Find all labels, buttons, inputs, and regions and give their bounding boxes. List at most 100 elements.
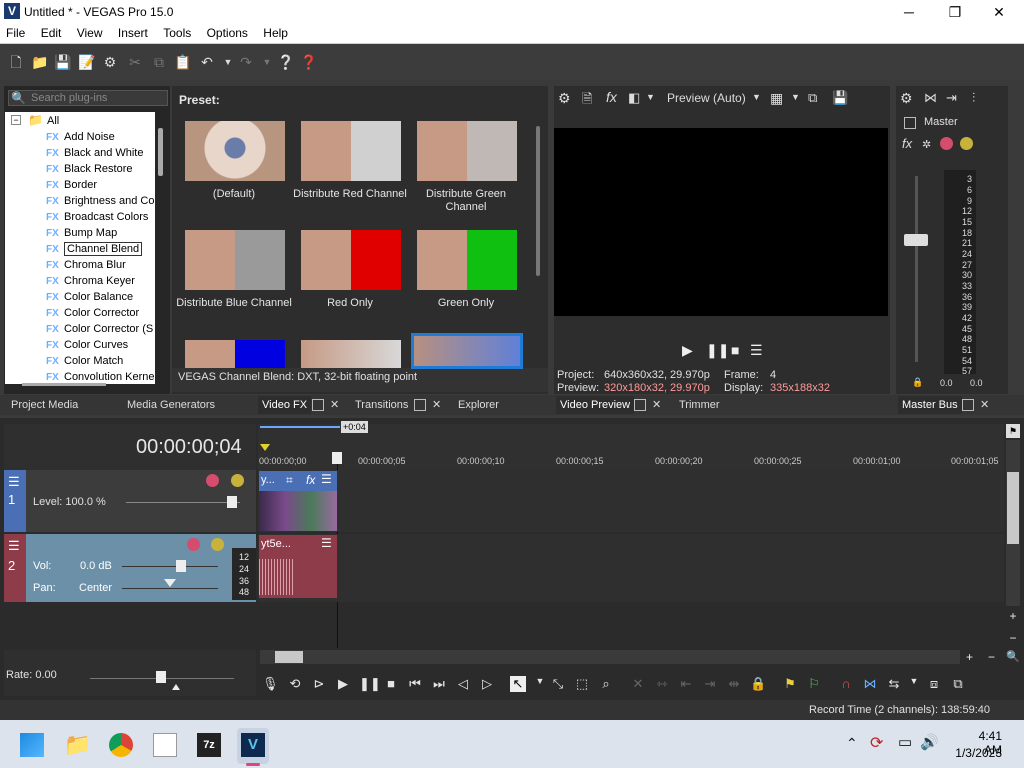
edit-tool-dropdown-icon[interactable]: ▼: [532, 676, 548, 686]
split-screen-icon[interactable]: ◧: [628, 90, 640, 106]
vegas-app-icon[interactable]: V: [241, 733, 265, 757]
undo-dropdown-icon[interactable]: ▼: [220, 54, 236, 70]
plugin-item[interactable]: FX Broadcast Colors: [46, 209, 148, 225]
plugin-item[interactable]: FX Color Corrector (S: [46, 321, 153, 337]
tab-video-fx-close-icon[interactable]: ✕: [330, 398, 339, 411]
plugin-item[interactable]: FX Chroma Blur: [46, 257, 126, 273]
selection-tool-icon[interactable]: ⬚: [574, 676, 590, 692]
track-1-level-handle[interactable]: [227, 496, 237, 508]
preset-thumb-distribute-red[interactable]: [301, 121, 401, 181]
tab-explorer[interactable]: Explorer: [458, 396, 499, 414]
properties-gear-icon[interactable]: ⚙: [102, 54, 118, 70]
tab-video-preview-close-icon[interactable]: ✕: [652, 398, 661, 411]
project-properties-icon[interactable]: 🗎: [582, 90, 592, 112]
tab-trimmer[interactable]: Trimmer: [679, 396, 720, 414]
tree-scrollbar-thumb[interactable]: [158, 128, 163, 176]
track-2-mute-icon[interactable]: [187, 538, 200, 551]
rate-slider-handle[interactable]: [156, 671, 166, 683]
timeline-vscroll-thumb[interactable]: [1007, 472, 1019, 544]
plugin-search-box[interactable]: 🔍 Search plug-ins: [8, 90, 168, 106]
track-2-vol-slider[interactable]: [122, 566, 218, 567]
track-1-lane[interactable]: [258, 470, 1004, 532]
split-dropdown-icon[interactable]: ▼: [646, 92, 655, 102]
search-input[interactable]: Search plug-ins: [31, 92, 107, 104]
zoom-in-vertical-icon[interactable]: +: [1007, 610, 1019, 622]
save-icon[interactable]: 💾: [54, 54, 71, 70]
play-from-start-icon[interactable]: ⊳: [311, 676, 327, 692]
play-icon[interactable]: ▶: [335, 676, 351, 692]
downmix-icon[interactable]: ⇥: [946, 90, 957, 106]
track-2-solo-icon[interactable]: [211, 538, 224, 551]
tray-chevron-up-icon[interactable]: ⌃: [846, 735, 858, 752]
minimize-icon[interactable]: ─: [886, 0, 932, 24]
audio-clip[interactable]: yt5e... ☰: [259, 535, 337, 598]
preview-pause-icon[interactable]: ❚❚: [706, 342, 729, 359]
plugin-item[interactable]: FX Bump Map: [46, 225, 117, 241]
plugin-item[interactable]: FX Add Noise: [46, 129, 115, 145]
plugin-item[interactable]: FX Color Match: [46, 353, 123, 369]
close-icon[interactable]: ✕: [976, 0, 1022, 24]
ignore-grouping-icon[interactable]: ⧉: [950, 676, 966, 692]
menu-help[interactable]: Help: [257, 24, 294, 40]
tab-transitions-float-icon[interactable]: [414, 399, 426, 411]
timecode-display[interactable]: 00:00:00;04: [136, 436, 242, 459]
preset-thumb-green-only[interactable]: [417, 230, 517, 290]
tree-collapse-icon[interactable]: −: [11, 115, 21, 125]
auto-crossfade-icon[interactable]: ⋈: [862, 676, 878, 692]
menu-view[interactable]: View: [71, 24, 109, 40]
plugin-item[interactable]: FX Black and White: [46, 145, 143, 161]
tree-hscrollbar-thumb[interactable]: [22, 383, 106, 386]
loop-region-bar[interactable]: [260, 426, 340, 428]
zoom-in-horizontal-icon[interactable]: +: [966, 650, 973, 664]
preset-thumb-default[interactable]: [185, 121, 285, 181]
plugin-item[interactable]: FX Color Corrector: [46, 305, 139, 321]
loop-playback-icon[interactable]: ⟲: [287, 676, 303, 692]
preview-play-icon[interactable]: ▶: [682, 342, 693, 359]
solo-icon[interactable]: [960, 137, 973, 150]
plugin-item[interactable]: FX Border: [46, 177, 97, 193]
plugin-item[interactable]: FX Brightness and Co: [46, 193, 155, 209]
plugin-item[interactable]: FX Chroma Keyer: [46, 273, 135, 289]
tab-master-bus[interactable]: Master Bus: [898, 396, 962, 414]
lock-icon[interactable]: 🔒: [912, 377, 923, 388]
timeline-hscroll-thumb[interactable]: [275, 651, 303, 663]
track-2-vol-handle[interactable]: [176, 560, 186, 572]
mixer-icon[interactable]: ⋈: [924, 90, 937, 106]
menu-options[interactable]: Options: [201, 24, 254, 40]
go-to-end-icon[interactable]: ⏭: [431, 676, 447, 692]
plugin-item[interactable]: FX Color Curves: [46, 337, 128, 353]
track-2-menu-icon[interactable]: ☰: [8, 538, 20, 554]
7zip-icon[interactable]: 7z: [197, 733, 221, 757]
eq-sliders-icon[interactable]: ⫶: [972, 90, 975, 106]
new-file-icon[interactable]: 🗋: [8, 54, 24, 70]
clip-menu-icon[interactable]: ☰: [321, 472, 332, 486]
zoom-edit-tool-icon[interactable]: ⌕: [598, 676, 614, 692]
menu-file[interactable]: File: [0, 24, 31, 40]
preview-stop-icon[interactable]: ■: [731, 342, 739, 358]
snapping-magnet-icon[interactable]: ∩: [838, 676, 854, 691]
menu-insert[interactable]: Insert: [112, 24, 154, 40]
preset-thumb-selected[interactable]: [411, 333, 523, 369]
audio-clip-menu-icon[interactable]: ☰: [321, 536, 332, 550]
ripple-dropdown-icon[interactable]: ▼: [906, 676, 922, 686]
ripple-edit-icon[interactable]: ⇆: [886, 676, 902, 692]
overlays-grid-icon[interactable]: ▦: [770, 90, 783, 107]
master-checkbox[interactable]: [904, 117, 916, 129]
preset-thumb-distribute-green[interactable]: [417, 121, 517, 181]
maximize-icon[interactable]: ❐: [932, 0, 978, 24]
tab-transitions-close-icon[interactable]: ✕: [432, 398, 441, 411]
preset-thumb-distribute-blue[interactable]: [185, 230, 285, 290]
track-1-solo-icon[interactable]: [231, 474, 244, 487]
preview-settings-gear-icon[interactable]: ⚙: [558, 90, 571, 107]
next-frame-icon[interactable]: ▷: [479, 676, 495, 692]
mute-icon[interactable]: [940, 137, 953, 150]
start-windows-icon[interactable]: [20, 733, 44, 757]
track-1-level-slider[interactable]: [126, 502, 240, 503]
undo-icon[interactable]: ↶: [199, 54, 215, 70]
loop-start-marker-icon[interactable]: [260, 444, 270, 451]
preset-thumb[interactable]: [301, 340, 401, 368]
preview-menu-icon[interactable]: ☰: [750, 342, 763, 359]
plugin-item-selected[interactable]: FX Channel Blend: [46, 241, 143, 257]
insert-marker-icon[interactable]: ⚑: [782, 676, 798, 692]
save-snapshot-icon[interactable]: 💾: [832, 90, 848, 106]
